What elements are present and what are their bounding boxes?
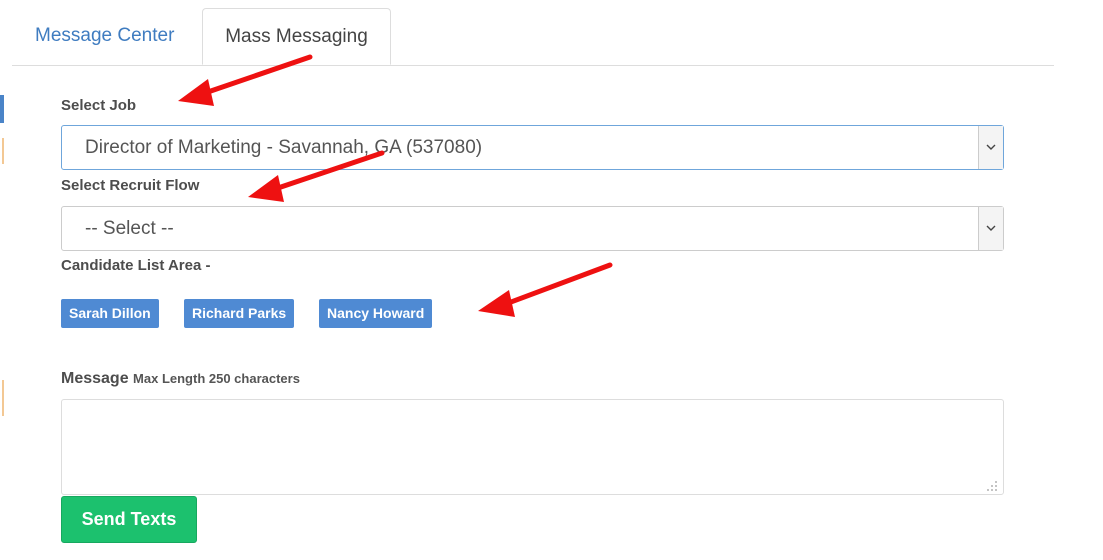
candidate-list-label: Candidate List Area - xyxy=(61,257,211,274)
chevron-down-icon xyxy=(978,207,1003,250)
candidate-chip[interactable]: Nancy Howard xyxy=(319,299,433,328)
candidate-chip[interactable]: Richard Parks xyxy=(184,299,295,328)
tab-mass-messaging[interactable]: Mass Messaging xyxy=(202,8,391,65)
candidate-chip[interactable]: Sarah Dillon xyxy=(61,299,159,328)
select-job-label: Select Job xyxy=(61,97,137,114)
send-texts-button[interactable]: Send Texts xyxy=(61,496,197,543)
left-edge-indicator xyxy=(2,380,4,416)
message-textarea[interactable] xyxy=(61,399,1004,495)
tab-message-center[interactable]: Message Center xyxy=(14,8,195,64)
job-select[interactable]: Director of Marketing - Savannah, GA (53… xyxy=(61,125,1004,170)
message-max-length-hint: Max Length 250 characters xyxy=(133,371,300,386)
message-label-text: Message xyxy=(61,370,129,387)
left-edge-indicator xyxy=(0,95,4,123)
recruit-flow-select-value: -- Select -- xyxy=(85,218,174,239)
job-select-value: Director of Marketing - Savannah, GA (53… xyxy=(85,137,483,158)
tab-bar: Message Center Mass Messaging xyxy=(12,8,1054,66)
message-label: Message Max Length 250 characters xyxy=(61,370,300,388)
chevron-down-icon xyxy=(978,126,1003,169)
mass-messaging-page: Message Center Mass Messaging Select Job… xyxy=(0,0,1103,560)
left-edge-indicator xyxy=(2,138,4,164)
recruit-flow-select[interactable]: -- Select -- xyxy=(61,206,1004,251)
select-recruit-flow-label: Select Recruit Flow xyxy=(61,177,200,194)
red-arrow-icon xyxy=(478,262,613,317)
resize-grip-icon[interactable] xyxy=(986,480,998,492)
